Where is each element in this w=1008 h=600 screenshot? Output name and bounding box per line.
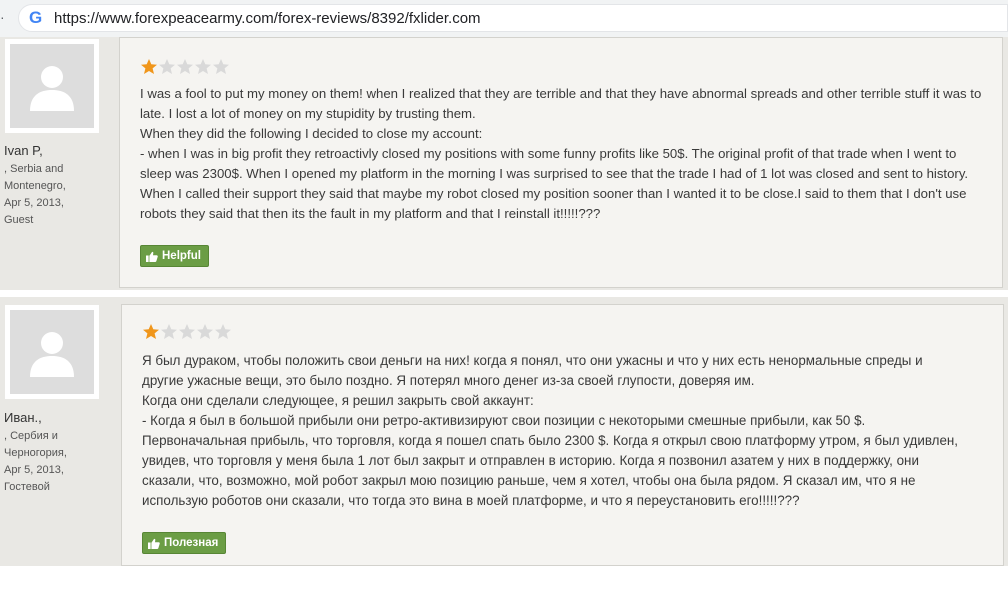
star-icon [159, 59, 175, 74]
review-panel: Я был дураком, чтобы положить свои деньг… [121, 304, 1004, 566]
review-item: Иван., , Сербия и Черногория, Apr 5, 201… [0, 297, 1008, 566]
review-panel: I was a fool to put my money on them! wh… [119, 37, 1003, 288]
star-icon [179, 324, 195, 339]
helpful-label: Helpful [162, 250, 201, 262]
reviewer-info: Ivan P, , Serbia and Montenegro, Apr 5, … [4, 143, 66, 229]
reviewer-info: Иван., , Сербия и Черногория, Apr 5, 201… [4, 410, 67, 496]
address-bar[interactable]: G https://www.forexpeacearmy.com/forex-r… [18, 4, 1008, 32]
reviewer-location-line1: , Serbia and [4, 163, 64, 175]
review-paragraph: Я был дураком, чтобы положить свои деньг… [142, 353, 923, 388]
helpful-button[interactable]: Полезная [142, 532, 227, 554]
thumbs-up-icon [148, 538, 160, 549]
reviewer-location-line1: , Сербия и [4, 430, 58, 442]
review-item: Ivan P, , Serbia and Montenegro, Apr 5, … [0, 37, 1008, 290]
star-icon [161, 324, 177, 339]
star-icon [215, 324, 231, 339]
review-paragraph: - when I was in big profit they retroact… [140, 146, 969, 221]
reviewer-role: Гостевой [4, 481, 50, 493]
reviewer-role: Guest [4, 214, 34, 226]
default-avatar-icon [30, 66, 74, 111]
reviewer-location-line2: Черногория, [4, 447, 67, 459]
reviewer-name[interactable]: Иван., [4, 410, 67, 425]
reviewer-location-line2: Montenegro, [4, 180, 66, 192]
review-paragraph: When they did the following I decided to… [140, 126, 483, 141]
review-paragraph: Когда они сделали следующее, я решил зак… [142, 393, 534, 408]
review-paragraph: - Когда я был в большой прибыли они ретр… [142, 413, 959, 508]
star-icon [143, 324, 159, 339]
star-icon [213, 59, 229, 74]
page-bottom [0, 566, 1008, 600]
star-icon [141, 59, 157, 74]
review-date: Apr 5, 2013, [4, 197, 64, 209]
thumbs-up-icon [146, 251, 158, 262]
browser-toolbar: · G https://www.forexpeacearmy.com/forex… [0, 0, 1008, 38]
user-avatar[interactable] [5, 305, 99, 399]
url-text[interactable]: https://www.forexpeacearmy.com/forex-rev… [54, 10, 481, 27]
helpful-button[interactable]: Helpful [140, 245, 209, 267]
user-avatar[interactable] [5, 39, 99, 133]
review-paragraph: I was a fool to put my money on them! wh… [140, 86, 982, 121]
google-icon: G [29, 8, 43, 27]
star-icon [195, 59, 211, 74]
review-divider [0, 290, 1008, 297]
review-text: I was a fool to put my money on them! wh… [140, 84, 990, 224]
star-rating [142, 323, 232, 341]
review-date: Apr 5, 2013, [4, 464, 64, 476]
reviewer-name[interactable]: Ivan P, [4, 143, 66, 158]
default-avatar-icon [30, 332, 74, 377]
star-icon [177, 59, 193, 74]
page-info-icon[interactable]: · [0, 9, 5, 25]
review-text: Я был дураком, чтобы положить свои деньг… [142, 351, 962, 511]
helpful-label: Полезная [164, 537, 219, 549]
star-icon [197, 324, 213, 339]
star-rating [140, 58, 230, 76]
